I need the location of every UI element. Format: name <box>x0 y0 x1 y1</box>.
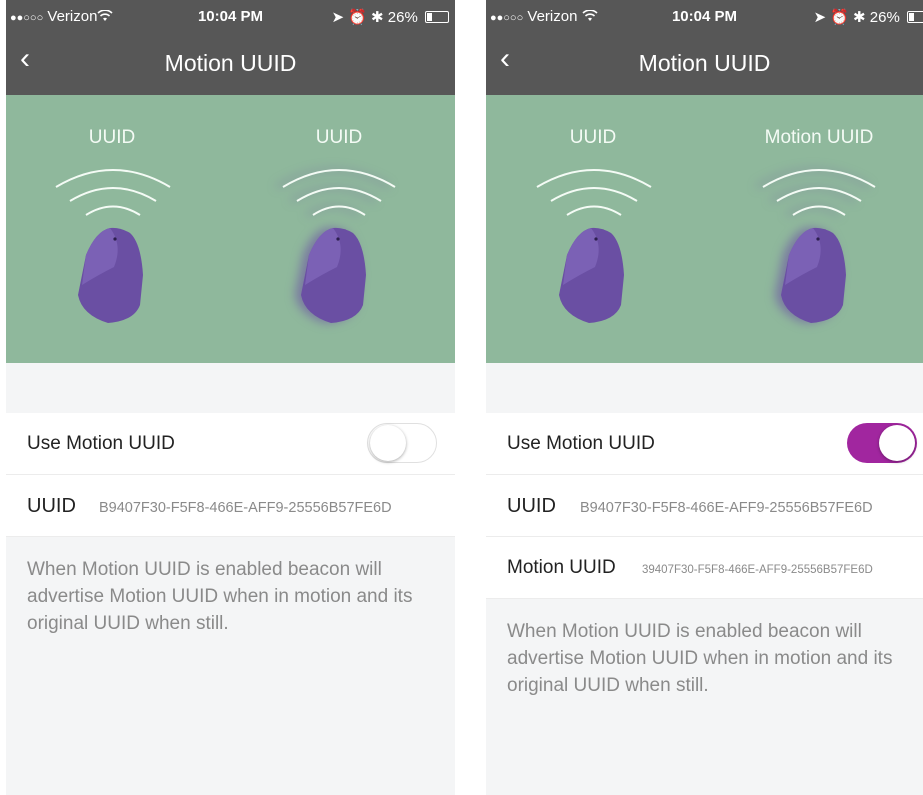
description-text: When Motion UUID is enabled beacon will … <box>27 559 413 634</box>
description-text: When Motion UUID is enabled beacon will … <box>507 621 893 696</box>
phone-screen-right: ●●○○○ Verizon 10:04 PM ➤ ⏰ ✱ 26% ‹ Motio… <box>486 0 923 795</box>
location-icon: ➤ <box>813 9 827 26</box>
beacon-illustration: UUID Motion UUID <box>486 95 923 363</box>
motion-uuid-row: Motion UUID 39407F30-F5F8-466E-AFF9-2555… <box>486 537 923 599</box>
beacon-motion-icon <box>282 169 396 323</box>
location-icon: ➤ <box>331 9 345 26</box>
beacon-still-icon <box>55 169 171 323</box>
beacon-illustration: UUID UUID <box>6 95 455 363</box>
motion-uuid-value: 39407F30-F5F8-466E-AFF9-25556B57FE6D <box>642 564 873 576</box>
use-motion-uuid-row: Use Motion UUID <box>6 413 455 475</box>
use-motion-uuid-toggle[interactable] <box>847 423 917 463</box>
battery-icon <box>425 11 449 23</box>
page-title: Motion UUID <box>638 50 771 76</box>
battery-percent: 26% <box>387 9 418 26</box>
uuid-value: B9407F30-F5F8-466E-AFF9-25556B57FE6D <box>580 500 873 516</box>
beacon-label-motion: UUID <box>315 127 363 148</box>
nav-bar: ‹ Motion UUID <box>6 34 455 95</box>
uuid-row: UUID B9407F30-F5F8-466E-AFF9-25556B57FE6… <box>6 475 455 537</box>
use-motion-uuid-label: Use Motion UUID <box>27 433 175 454</box>
status-bar: ●●○○○ Verizon 10:04 PM ➤ ⏰ ✱ 26% <box>486 0 923 34</box>
use-motion-uuid-row: Use Motion UUID <box>486 413 923 475</box>
use-motion-uuid-toggle[interactable] <box>367 423 437 463</box>
nav-bar: ‹ Motion UUID <box>486 34 923 95</box>
battery-percent: 26% <box>869 9 900 26</box>
use-motion-uuid-label: Use Motion UUID <box>507 433 655 454</box>
status-bar: ●●○○○ Verizon ​ 10:04 PM ➤ ⏰ ✱ 26% <box>6 0 455 34</box>
uuid-label: UUID <box>507 495 556 517</box>
motion-uuid-label: Motion UUID <box>507 557 616 578</box>
phone-screen-left: ●●○○○ Verizon ​ 10:04 PM ➤ ⏰ ✱ 26% ‹ Mot… <box>6 0 455 795</box>
beacon-label-still: UUID <box>569 127 617 148</box>
battery-icon <box>907 11 923 23</box>
beacon-label-motion: Motion UUID <box>764 127 874 148</box>
uuid-row: UUID B9407F30-F5F8-466E-AFF9-25556B57FE6… <box>486 475 923 537</box>
uuid-value: B9407F30-F5F8-466E-AFF9-25556B57FE6D <box>99 500 392 516</box>
uuid-label: UUID <box>27 495 76 517</box>
bluetooth-icon: ✱ <box>853 9 866 26</box>
bluetooth-icon: ✱ <box>371 9 384 26</box>
beacon-still-icon <box>536 169 652 323</box>
page-title: Motion UUID <box>164 50 297 76</box>
beacon-label-still: UUID <box>88 127 136 148</box>
alarm-icon: ⏰ <box>830 9 849 26</box>
beacon-motion-icon <box>762 169 876 323</box>
alarm-icon: ⏰ <box>348 9 367 26</box>
